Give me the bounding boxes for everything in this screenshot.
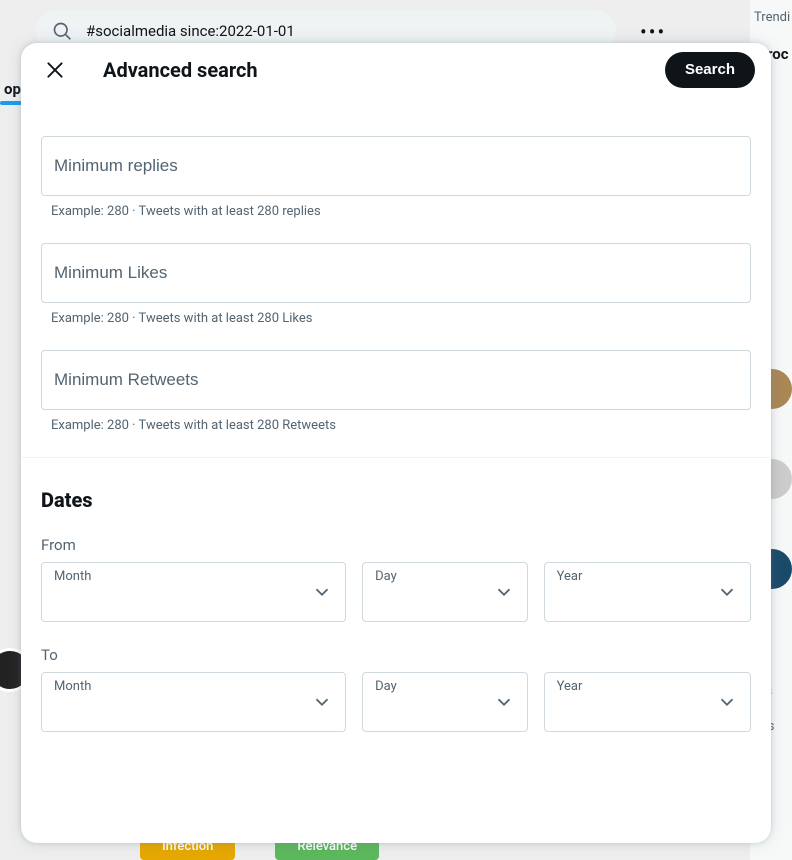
chevron-down-icon bbox=[716, 691, 738, 713]
advanced-search-modal: Advanced search Search Example: 280 · Tw… bbox=[21, 43, 771, 843]
to-month-select[interactable]: Month bbox=[41, 672, 346, 732]
chevron-down-icon bbox=[311, 691, 333, 713]
dates-heading: Dates bbox=[41, 488, 751, 512]
min-replies-helper: Example: 280 · Tweets with at least 280 … bbox=[41, 204, 751, 219]
select-label: Year bbox=[557, 679, 583, 694]
from-label: From bbox=[41, 536, 751, 554]
min-retweets-helper: Example: 280 · Tweets with at least 280 … bbox=[41, 418, 751, 433]
trend-label: Trendi bbox=[750, 0, 792, 35]
search-icon bbox=[52, 21, 72, 41]
close-icon bbox=[45, 60, 65, 80]
from-year-select[interactable]: Year bbox=[544, 562, 751, 622]
search-text: #socialmedia since:2022-01-01 bbox=[86, 22, 295, 40]
from-month-select[interactable]: Month bbox=[41, 562, 346, 622]
chevron-down-icon bbox=[493, 581, 515, 603]
more-icon[interactable]: ••• bbox=[640, 20, 666, 44]
min-replies-input[interactable] bbox=[41, 136, 751, 196]
chevron-down-icon bbox=[716, 581, 738, 603]
modal-body: Example: 280 · Tweets with at least 280 … bbox=[21, 96, 771, 843]
select-label: Month bbox=[54, 679, 91, 694]
select-label: Year bbox=[557, 569, 583, 584]
select-label: Month bbox=[54, 569, 91, 584]
to-date-row: Month Day Year bbox=[41, 672, 751, 732]
to-year-select[interactable]: Year bbox=[544, 672, 751, 732]
min-likes-group: Example: 280 · Tweets with at least 280 … bbox=[41, 243, 751, 326]
min-replies-group: Example: 280 · Tweets with at least 280 … bbox=[41, 136, 751, 219]
min-likes-input[interactable] bbox=[41, 243, 751, 303]
min-likes-helper: Example: 280 · Tweets with at least 280 … bbox=[41, 311, 751, 326]
min-retweets-input[interactable] bbox=[41, 350, 751, 410]
to-label: To bbox=[41, 646, 751, 664]
search-button[interactable]: Search bbox=[665, 52, 755, 88]
from-date-row: Month Day Year bbox=[41, 562, 751, 622]
select-label: Day bbox=[375, 569, 397, 584]
modal-header: Advanced search Search bbox=[21, 43, 771, 96]
chevron-down-icon bbox=[311, 581, 333, 603]
from-day-select[interactable]: Day bbox=[362, 562, 528, 622]
chevron-down-icon bbox=[493, 691, 515, 713]
modal-title: Advanced search bbox=[103, 58, 665, 82]
min-retweets-group: Example: 280 · Tweets with at least 280 … bbox=[41, 350, 751, 433]
close-button[interactable] bbox=[37, 52, 73, 88]
select-label: Day bbox=[375, 679, 397, 694]
to-day-select[interactable]: Day bbox=[362, 672, 528, 732]
section-divider bbox=[21, 457, 771, 458]
